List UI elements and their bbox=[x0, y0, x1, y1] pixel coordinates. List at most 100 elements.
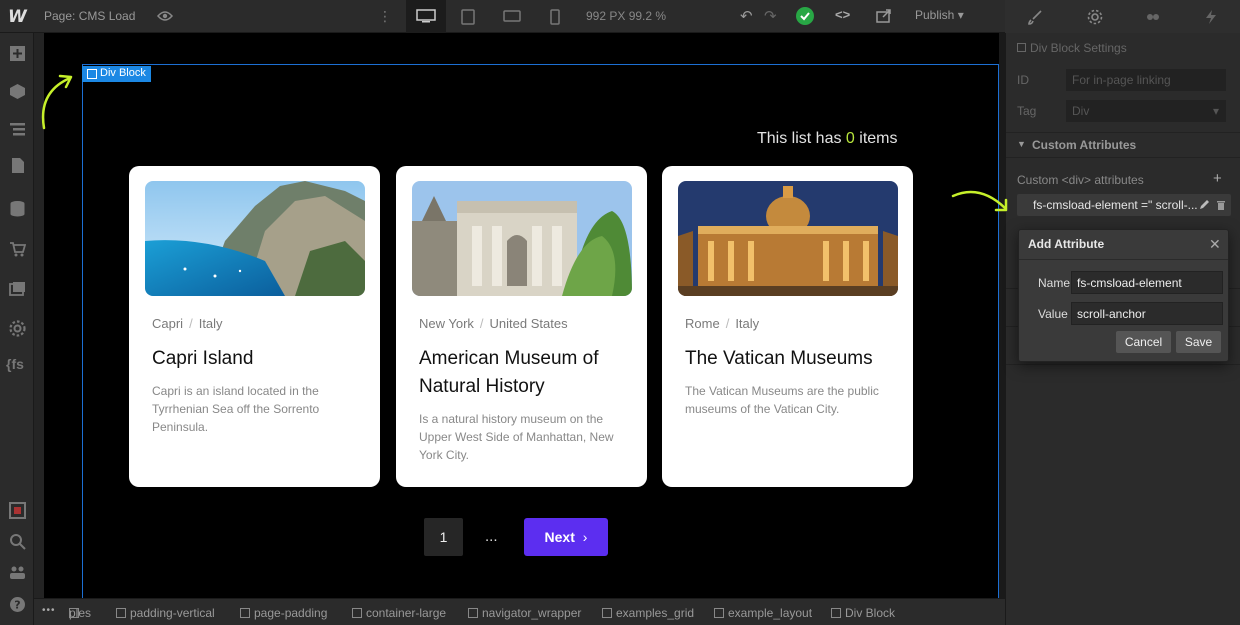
id-input[interactable]: For in-page linking bbox=[1066, 69, 1226, 91]
finsweet-fs-icon[interactable]: {fs bbox=[6, 356, 28, 373]
svg-text:?: ? bbox=[14, 599, 20, 612]
more-options-icon[interactable]: ⋮ bbox=[378, 8, 392, 25]
card-country: Italy bbox=[735, 316, 760, 331]
share-icon[interactable] bbox=[876, 8, 892, 23]
navigator-icon[interactable] bbox=[9, 121, 26, 138]
location-separator: / bbox=[479, 316, 484, 331]
tablet-icon[interactable] bbox=[461, 9, 475, 25]
breadcrumb-more-button[interactable]: ••• bbox=[42, 605, 56, 616]
settings-title: Div Block Settings bbox=[1017, 41, 1127, 55]
saved-check-icon bbox=[796, 7, 814, 25]
location-separator: / bbox=[725, 316, 730, 331]
publish-button[interactable]: Publish ▾ bbox=[915, 8, 964, 22]
tag-select-value: Div bbox=[1072, 104, 1090, 118]
location-separator: / bbox=[189, 316, 193, 331]
caret-down-icon: ▼ bbox=[1017, 139, 1026, 149]
settings-gear-icon[interactable] bbox=[9, 320, 26, 337]
save-button[interactable]: Save bbox=[1176, 331, 1221, 353]
breadcrumb-item[interactable]: Div Block bbox=[831, 606, 895, 620]
webflow-logo[interactable]: W bbox=[8, 7, 28, 27]
close-icon[interactable]: ✕ bbox=[1209, 236, 1221, 253]
annotation-arrow-left-icon bbox=[41, 74, 73, 130]
settings-title-label: Div Block Settings bbox=[1030, 41, 1127, 55]
undo-icon[interactable]: ↶ bbox=[740, 7, 753, 25]
custom-attributes-header[interactable]: ▼ Custom Attributes bbox=[1006, 132, 1240, 158]
card-description: Is a natural history museum on the Upper… bbox=[419, 412, 614, 462]
brush-icon[interactable] bbox=[1027, 9, 1043, 25]
card-image bbox=[145, 181, 365, 296]
attribute-value-input[interactable]: scroll-anchor bbox=[1071, 302, 1223, 325]
gear-icon[interactable] bbox=[1087, 9, 1103, 25]
search-icon[interactable] bbox=[9, 533, 26, 550]
ecommerce-cart-icon[interactable] bbox=[9, 241, 26, 258]
help-icon[interactable]: ? bbox=[9, 596, 26, 613]
breadcrumb: ••• ples padding-vertical page-padding c… bbox=[34, 598, 1005, 625]
tag-select[interactable]: Div ▾ bbox=[1066, 100, 1226, 122]
selected-element-tag[interactable]: Div Block bbox=[82, 66, 151, 82]
trash-icon[interactable] bbox=[1216, 199, 1226, 210]
code-export-icon[interactable]: <> bbox=[835, 7, 850, 22]
symbols-cube-icon[interactable] bbox=[9, 83, 26, 100]
cms-card[interactable]: Rome / Italy The Vatican Museums The Vatic… bbox=[662, 166, 913, 487]
chevron-right-icon: › bbox=[582, 529, 588, 545]
next-label: Next bbox=[544, 529, 575, 545]
pagination-next-button[interactable]: Next › bbox=[524, 518, 608, 556]
breadcrumb-item[interactable]: page-padding bbox=[240, 606, 327, 620]
add-attribute-icon[interactable]: + bbox=[1213, 170, 1222, 187]
id-label: ID bbox=[1017, 73, 1029, 87]
audit-square-icon[interactable] bbox=[9, 502, 26, 519]
card-country: Italy bbox=[198, 316, 223, 331]
breadcrumb-item[interactable]: example_layout bbox=[714, 606, 812, 620]
redo-icon[interactable]: ↷ bbox=[764, 7, 777, 25]
card-title: American Museum of Natural History bbox=[419, 348, 599, 397]
card-city: New York bbox=[419, 316, 474, 331]
design-canvas[interactable]: Div Block This list has 0 items Capri / It… bbox=[44, 33, 999, 598]
dialog-divider bbox=[1019, 259, 1228, 260]
pagination-page-button[interactable]: 1 bbox=[424, 518, 463, 556]
add-element-icon[interactable] bbox=[9, 45, 26, 62]
count-value: 0 bbox=[845, 130, 855, 147]
desktop-icon bbox=[416, 9, 436, 23]
element-box-icon bbox=[1017, 43, 1026, 52]
top-toolbar: W Page: CMS Load ⋮ 992 PX 99.2 % ↶ ↷ <> … bbox=[0, 0, 1240, 33]
dialog-title: Add Attribute bbox=[1028, 237, 1105, 251]
breakpoint-desktop-button[interactable] bbox=[406, 0, 446, 33]
page-selector[interactable]: Page: CMS Load bbox=[44, 9, 135, 23]
users-icon[interactable] bbox=[9, 564, 26, 581]
annotation-arrow-right-icon bbox=[951, 190, 1008, 212]
breadcrumb-item[interactable]: ples bbox=[69, 606, 91, 620]
attribute-row[interactable]: fs-cmsload-element =" scroll-... bbox=[1017, 194, 1231, 216]
card-description: The Vatican Museums are the public museu… bbox=[685, 384, 879, 416]
card-country: United States bbox=[489, 316, 568, 331]
card-city: Rome bbox=[685, 316, 720, 331]
assets-image-icon[interactable] bbox=[9, 281, 26, 298]
left-toolbar: {fs ? bbox=[0, 33, 34, 625]
eye-icon[interactable] bbox=[157, 10, 173, 22]
add-attribute-dialog: Add Attribute ✕ Name fs-cmsload-element … bbox=[1018, 229, 1229, 362]
card-image bbox=[412, 181, 632, 296]
cms-card[interactable]: Capri / Italy Capri Island Capri is an isl… bbox=[129, 166, 380, 487]
interactions-icon[interactable] bbox=[1145, 9, 1161, 25]
value-label: Value bbox=[1038, 307, 1068, 321]
pages-icon[interactable] bbox=[9, 157, 26, 174]
breadcrumb-item[interactable]: container-large bbox=[352, 606, 446, 620]
pencil-icon[interactable] bbox=[1199, 199, 1210, 210]
cancel-button[interactable]: Cancel bbox=[1116, 331, 1171, 353]
publish-label: Publish ▾ bbox=[915, 8, 964, 22]
attribute-name-input[interactable]: fs-cmsload-element bbox=[1071, 271, 1223, 294]
cms-card[interactable]: New York / United States American Museum o… bbox=[396, 166, 647, 487]
divider bbox=[1006, 364, 1240, 365]
breadcrumb-item[interactable]: padding-vertical bbox=[116, 606, 215, 620]
mobile-landscape-icon[interactable] bbox=[503, 9, 521, 23]
breadcrumb-item[interactable]: examples_grid bbox=[602, 606, 694, 620]
breadcrumb-item[interactable]: navigator_wrapper bbox=[468, 606, 581, 620]
item-count-text: This list has 0 items bbox=[757, 130, 898, 148]
chevron-down-icon: ▾ bbox=[1212, 104, 1219, 118]
card-image bbox=[678, 181, 898, 296]
mobile-portrait-icon[interactable] bbox=[550, 9, 560, 25]
lightning-icon[interactable] bbox=[1203, 9, 1219, 25]
card-city: Capri bbox=[152, 316, 184, 331]
card-description: Capri is an island located in the Tyrrhe… bbox=[152, 384, 320, 434]
cms-database-icon[interactable] bbox=[9, 200, 26, 217]
tag-label: Tag bbox=[1017, 104, 1037, 118]
